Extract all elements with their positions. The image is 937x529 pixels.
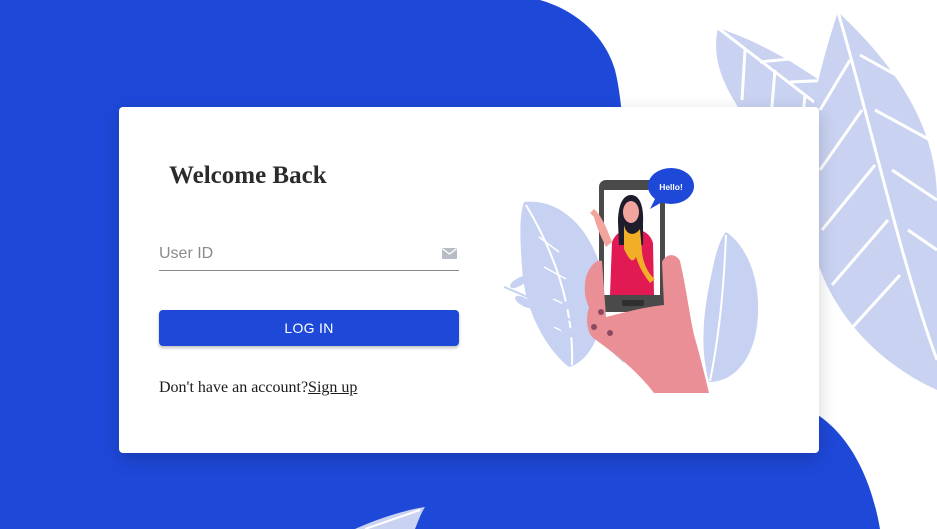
user-id-input[interactable] — [159, 240, 429, 268]
login-button[interactable]: LOG IN — [159, 310, 459, 346]
signup-link[interactable]: Sign up — [308, 379, 357, 396]
background-leaf-right — [806, 12, 937, 390]
speech-bubble-text: Hello! — [659, 182, 683, 192]
login-card: Welcome Back LOG IN Don't have an accoun… — [119, 107, 819, 453]
speech-bubble: Hello! — [648, 168, 694, 209]
login-page: Welcome Back LOG IN Don't have an accoun… — [0, 0, 937, 529]
mail-icon — [442, 248, 457, 259]
illustration-leaf-right — [703, 232, 759, 382]
user-id-field[interactable] — [159, 240, 459, 271]
signup-prompt-line: Don't have an account?Sign up — [159, 379, 357, 397]
signup-prompt-text: Don't have an account? — [159, 379, 309, 396]
phone-greeting-illustration: Hello! — [503, 168, 759, 393]
page-title: Welcome Back — [169, 162, 327, 189]
